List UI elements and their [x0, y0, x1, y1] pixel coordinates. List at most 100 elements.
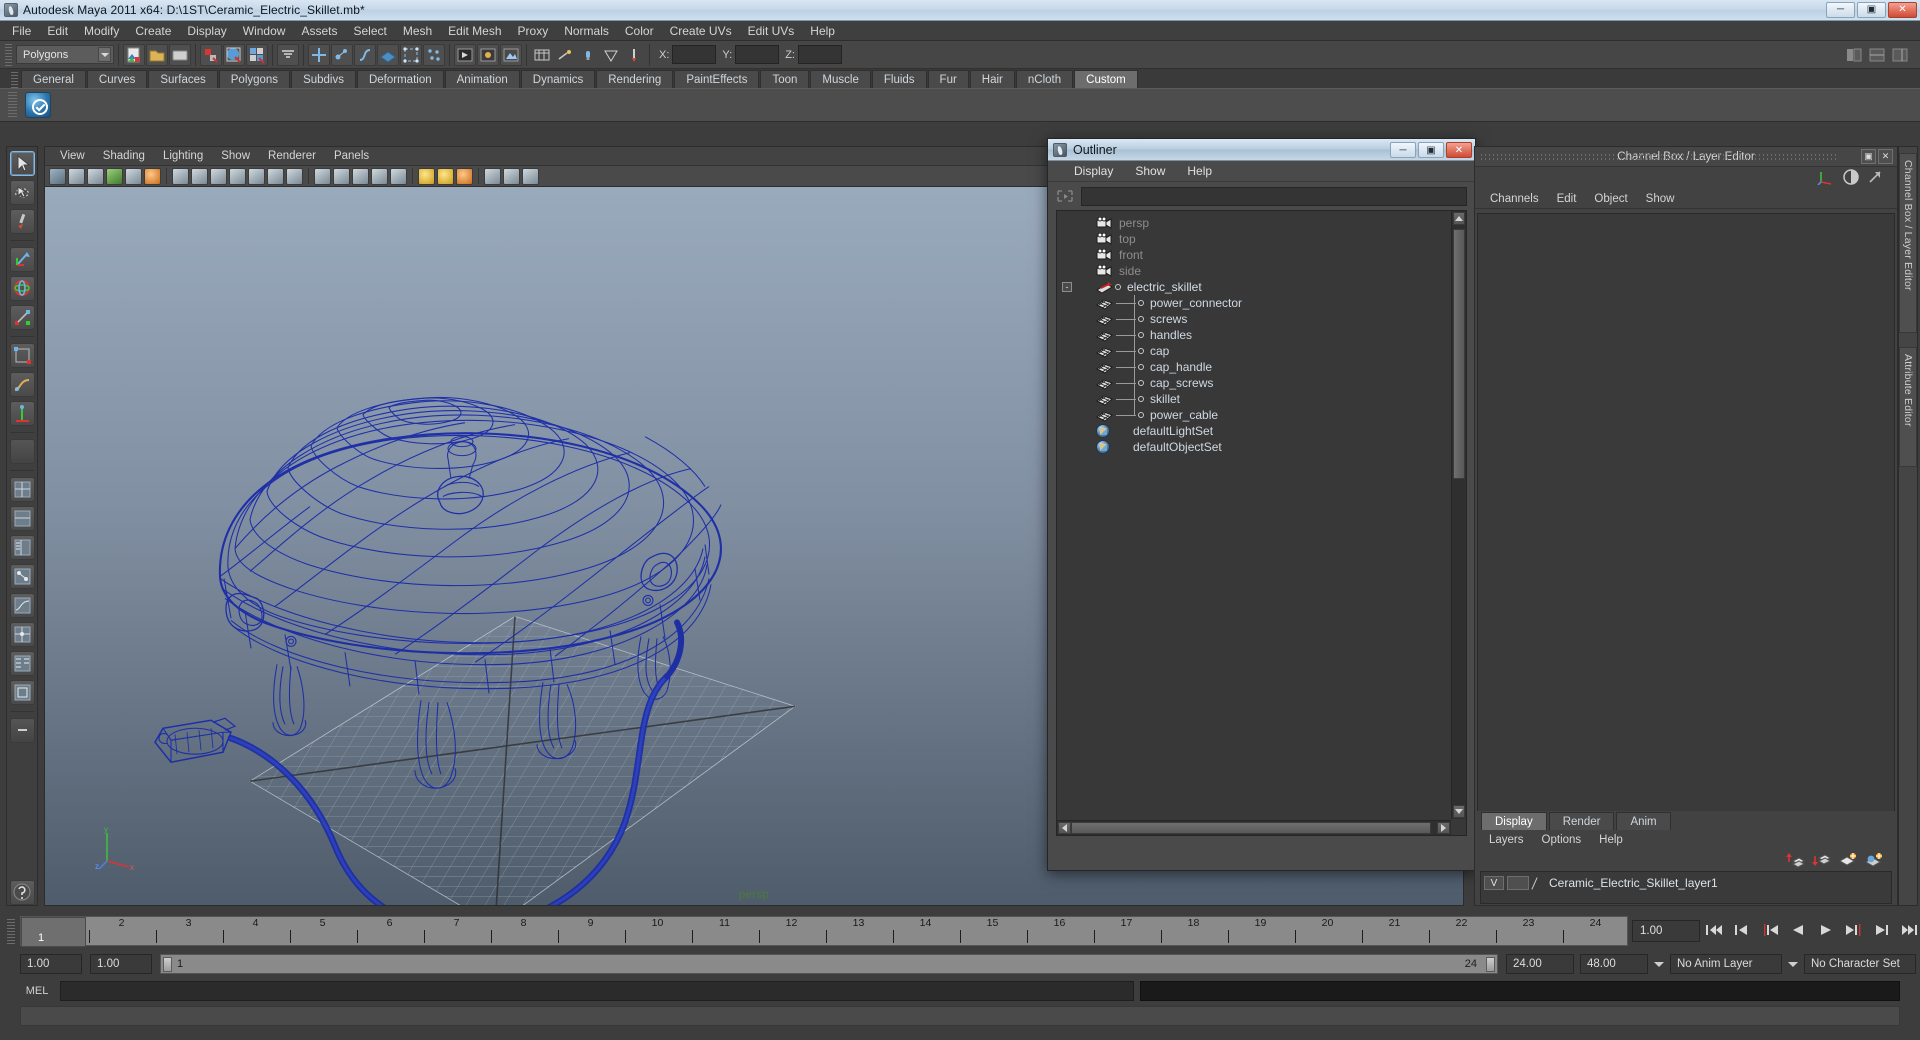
shelf-tab-painteffects[interactable]: PaintEffects: [674, 70, 760, 88]
command-language-label[interactable]: MEL: [20, 985, 54, 997]
last-tool-used-button[interactable]: [9, 439, 35, 464]
rotate-tool-button[interactable]: [9, 276, 35, 301]
menu-create-uvs[interactable]: Create UVs: [662, 22, 740, 40]
outliner-vertical-scrollbar[interactable]: [1451, 211, 1466, 819]
scroll-left-arrow-icon[interactable]: [1058, 822, 1071, 834]
use-default-lighting-icon[interactable]: [418, 167, 435, 185]
close-button[interactable]: ✕: [1888, 2, 1917, 18]
shelf-item-checkmark-icon[interactable]: [25, 92, 51, 118]
outliner-row-cap-handle[interactable]: cap_handle: [1057, 359, 1450, 375]
range-end-handle[interactable]: [1486, 957, 1495, 972]
select-camera-icon[interactable]: [49, 167, 66, 185]
render-current-frame-button[interactable]: [454, 43, 476, 66]
shelf-tab-deformation[interactable]: Deformation: [356, 70, 444, 88]
shelf-tab-fluids[interactable]: Fluids: [871, 70, 927, 88]
save-scene-button[interactable]: [169, 43, 191, 66]
shade-wireframe-icon[interactable]: [371, 167, 388, 185]
manipulator-icon[interactable]: [1817, 169, 1835, 188]
shelf-tab-ncloth[interactable]: nCloth: [1015, 70, 1074, 88]
arrow-up-right-icon[interactable]: [1867, 169, 1883, 188]
outliner-row-screws[interactable]: screws: [1057, 311, 1450, 327]
particle-button[interactable]: [423, 43, 445, 66]
panel-restore-button[interactable]: ▣: [1861, 149, 1876, 164]
playback-end-field[interactable]: 24.00: [1506, 954, 1574, 974]
current-time-indicator[interactable]: 1: [21, 917, 86, 947]
shelf-tab-subdivs[interactable]: Subdivs: [291, 70, 356, 88]
channelbox-menu-edit[interactable]: Edit: [1548, 192, 1586, 206]
resolution-gate-icon[interactable]: [210, 167, 227, 185]
shadows-toggle-icon[interactable]: [456, 167, 473, 185]
safe-title-icon[interactable]: [286, 167, 303, 185]
expand-collapse-toggle[interactable]: -: [1062, 282, 1072, 292]
menu-create[interactable]: Create: [127, 22, 179, 40]
step-forward-frame-button[interactable]: [1872, 919, 1892, 941]
isolate-select-button[interactable]: [600, 44, 622, 66]
menu-mesh[interactable]: Mesh: [395, 22, 440, 40]
step-forward-key-button[interactable]: [1844, 919, 1864, 941]
outliner-row-side[interactable]: side: [1057, 263, 1450, 279]
move-tool-button[interactable]: [9, 247, 35, 272]
outliner-row-cap-screws[interactable]: cap_screws: [1057, 375, 1450, 391]
outliner-row-persp[interactable]: persp: [1057, 215, 1450, 231]
channelbox-menu-channels[interactable]: Channels: [1481, 192, 1548, 206]
menu-select[interactable]: Select: [345, 22, 394, 40]
layout-relationship-editor-button[interactable]: [9, 651, 35, 676]
safe-action-icon[interactable]: [267, 167, 284, 185]
paint-select-tool-button[interactable]: [9, 209, 35, 234]
scrollbar-thumb[interactable]: [1071, 822, 1431, 834]
menu-modify[interactable]: Modify: [76, 22, 127, 40]
outliner-window[interactable]: Outliner ─ ▣ ✕ Display Show Help persp t…: [1047, 138, 1476, 871]
outliner-maximize-button[interactable]: ▣: [1418, 142, 1444, 158]
go-to-start-button[interactable]: [1704, 919, 1724, 941]
x-axis-field[interactable]: [672, 45, 717, 64]
z-axis-field[interactable]: [797, 45, 842, 64]
camera-attributes-icon[interactable]: [87, 167, 104, 185]
outliner-close-button[interactable]: ✕: [1446, 142, 1472, 158]
tab-render[interactable]: Render: [1548, 812, 1615, 830]
show-manipulator-tool-button[interactable]: [9, 401, 35, 426]
scrollbar-thumb[interactable]: [1453, 229, 1465, 479]
panel-close-button[interactable]: ✕: [1878, 149, 1893, 164]
layer-color-swatch-icon[interactable]: [1532, 876, 1546, 890]
film-gate-icon[interactable]: [191, 167, 208, 185]
outliner-row-default-light-set[interactable]: defaultLightSet: [1057, 423, 1450, 439]
wireframe-shading-icon[interactable]: [314, 167, 331, 185]
range-start-handle[interactable]: [163, 957, 172, 972]
viewport-menu-view[interactable]: View: [51, 149, 94, 163]
hyper-graph-button[interactable]: [531, 44, 553, 66]
shading-sphere-icon[interactable]: [1843, 168, 1859, 188]
outliner-row-skillet[interactable]: skillet: [1057, 391, 1450, 407]
outliner-row-power-cable[interactable]: power_cable: [1057, 407, 1450, 423]
shelf-tab-toon[interactable]: Toon: [760, 70, 810, 88]
bookmark-icon[interactable]: [106, 167, 123, 185]
two-d-pan-zoom-icon[interactable]: [144, 167, 161, 185]
soft-modification-tool-button[interactable]: [9, 372, 35, 397]
step-back-frame-button[interactable]: [1732, 919, 1752, 941]
filter-icon[interactable]: [1056, 188, 1076, 205]
step-back-key-button[interactable]: [1760, 919, 1780, 941]
viewport-menu-renderer[interactable]: Renderer: [259, 149, 325, 163]
chevron-down-icon[interactable]: [1652, 955, 1665, 973]
viewport-menu-lighting[interactable]: Lighting: [154, 149, 212, 163]
dock-tab-channel-box[interactable]: Channel Box / Layer Editor: [1899, 153, 1917, 333]
scroll-right-arrow-icon[interactable]: [1437, 822, 1450, 834]
menu-assets[interactable]: Assets: [293, 22, 345, 40]
layer-row[interactable]: V Ceramic_Electric_Skillet_layer1: [1484, 875, 1888, 891]
gate-mask-icon[interactable]: [229, 167, 246, 185]
layout-two-pane-button[interactable]: [9, 506, 35, 531]
outliner-search-input[interactable]: [1081, 187, 1467, 206]
lock-camera-icon[interactable]: [68, 167, 85, 185]
viewport-menu-panels[interactable]: Panels: [325, 149, 378, 163]
menu-edit[interactable]: Edit: [39, 22, 76, 40]
menu-display[interactable]: Display: [179, 22, 234, 40]
go-to-end-button[interactable]: [1900, 919, 1920, 941]
snap-increment-button[interactable]: [277, 43, 299, 66]
snap-surface-button[interactable]: [354, 43, 376, 66]
outliner-row-default-object-set[interactable]: defaultObjectSet: [1057, 439, 1450, 455]
texture-toggle-icon[interactable]: [390, 167, 407, 185]
outliner-horizontal-scrollbar[interactable]: [1057, 820, 1451, 835]
shelf-grip[interactable]: [11, 72, 18, 88]
outliner-row-handles[interactable]: handles: [1057, 327, 1450, 343]
time-slider[interactable]: 123456789101112131415161718192021222324 …: [7, 916, 1628, 947]
shelf-tab-dynamics[interactable]: Dynamics: [520, 70, 596, 88]
